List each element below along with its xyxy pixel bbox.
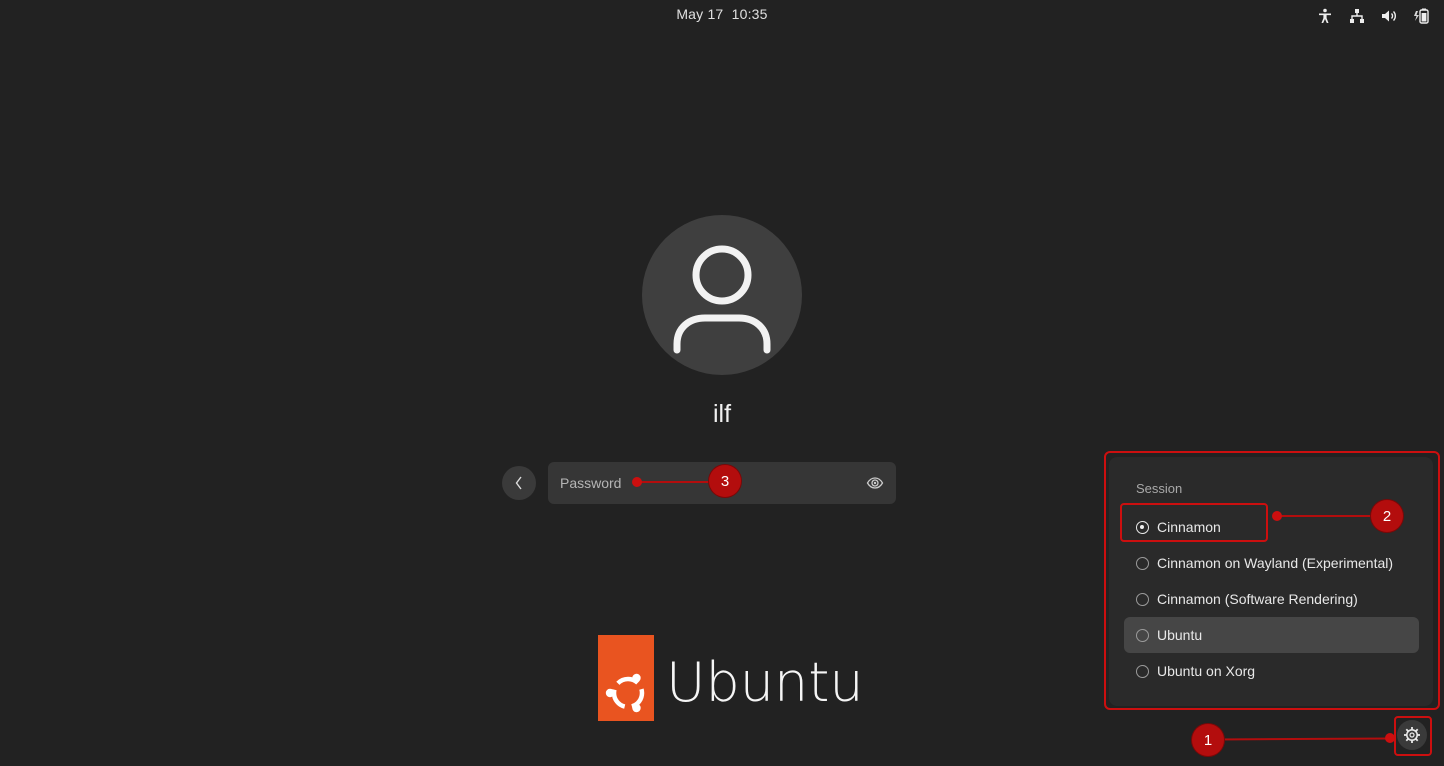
annotation-highlight-cinnamon	[1120, 503, 1268, 542]
network-icon[interactable]	[1348, 7, 1366, 25]
annotation-marker-2: 2	[1371, 500, 1403, 532]
battery-icon[interactable]	[1412, 7, 1430, 25]
show-password-icon[interactable]	[866, 474, 884, 492]
accessibility-icon[interactable]	[1316, 7, 1334, 25]
clock-time: 10:35	[731, 6, 768, 22]
annotation-marker-1: 1	[1192, 724, 1224, 756]
volume-icon[interactable]	[1380, 7, 1398, 25]
ubuntu-wordmark: Ubuntu	[666, 651, 864, 714]
password-input[interactable]	[548, 462, 860, 504]
annotation-line	[1277, 515, 1377, 517]
system-tray[interactable]	[1316, 7, 1430, 25]
annotation-marker-3: 3	[709, 465, 741, 497]
annotation-highlight-session-menu	[1104, 451, 1440, 710]
back-button[interactable]	[502, 466, 536, 500]
annotation-highlight-gear	[1394, 716, 1432, 756]
annotation-dot	[1385, 733, 1395, 743]
login-screen: May 17 10:35 ilf Ubuntu Session Cinnamon…	[0, 0, 1444, 766]
user-icon	[673, 245, 771, 354]
annotation-line	[1215, 737, 1392, 741]
user-avatar	[642, 215, 802, 375]
chevron-left-icon	[515, 476, 522, 490]
clock-date: May 17	[676, 6, 724, 22]
username-label: ilf	[712, 400, 732, 428]
clock[interactable]: May 17 10:35	[0, 6, 1444, 22]
annotation-dot	[1272, 511, 1282, 521]
annotation-dot	[632, 477, 642, 487]
ubuntu-logo-icon	[598, 635, 654, 721]
